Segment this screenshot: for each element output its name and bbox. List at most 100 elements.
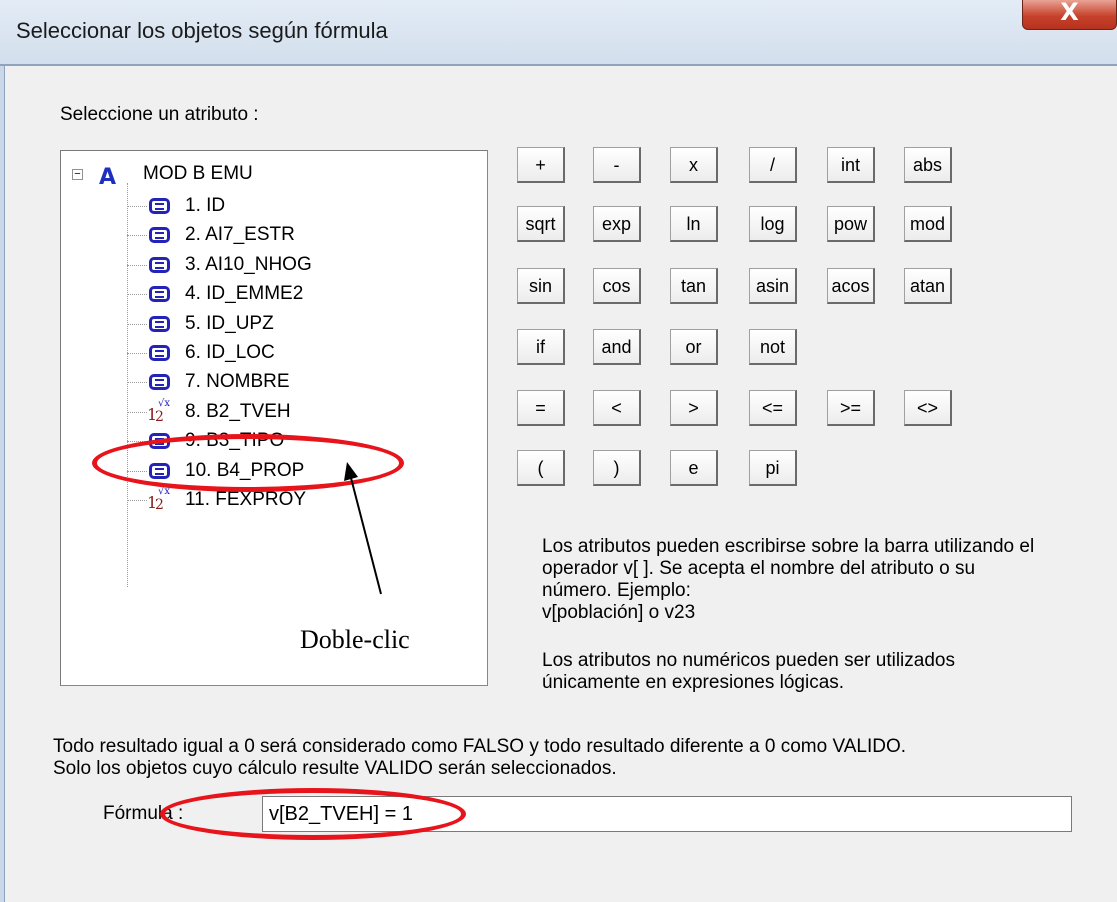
tree-connector (127, 411, 147, 413)
info-line: Los atributos no numéricos pueden ser ut… (542, 650, 955, 671)
operator-button[interactable]: mod (904, 206, 952, 242)
window-title: Seleccionar los objetos según fórmula (16, 18, 388, 43)
info-line: v[población] o v23 (542, 602, 696, 623)
operator-button[interactable]: - (593, 147, 641, 183)
note-line: Todo resultado igual a 0 será considerad… (53, 736, 907, 757)
operator-button[interactable]: if (517, 329, 565, 365)
note-text: Todo resultado igual a 0 será considerad… (53, 736, 906, 780)
numeric-attribute-icon: 1 2 √x (145, 486, 171, 513)
numeric-attribute-icon: 1 2 √x (145, 397, 171, 425)
tree-item[interactable]: 3. AI10_NHOG (61, 250, 481, 280)
layer-icon: A (99, 165, 117, 190)
operator-button[interactable]: ln (670, 206, 718, 242)
info-line: únicamente en expresiones lógicas. (542, 672, 845, 693)
operator-button[interactable]: ( (517, 450, 565, 486)
operator-button[interactable]: x (670, 147, 718, 183)
info-line: operador v[ ]. Se acepta el nombre del a… (542, 558, 976, 579)
operator-button[interactable]: and (593, 329, 641, 365)
operator-button[interactable]: > (670, 390, 718, 426)
numeric-icon-glyph: √x (158, 486, 171, 497)
tree-item[interactable]: 5. ID_UPZ (61, 309, 481, 339)
tree-item[interactable]: 7. NOMBRE (61, 367, 481, 397)
operator-button[interactable]: int (827, 147, 875, 183)
list-attribute-icon (149, 256, 170, 273)
tree-connector (127, 294, 147, 296)
tree-connector (127, 382, 147, 384)
operator-button[interactable]: <> (904, 390, 952, 426)
operator-button[interactable]: or (670, 329, 718, 365)
tree-item[interactable]: 1 2 √x 8. B2_TVEH (61, 397, 481, 427)
operator-button[interactable]: not (749, 329, 797, 365)
operator-button[interactable]: e (670, 450, 718, 486)
tree-item[interactable]: 1 2 √x 11. FEXPROY (61, 485, 481, 515)
operator-button[interactable]: pow (827, 206, 875, 242)
tree-item-label: 7. NOMBRE (185, 371, 290, 393)
tree-connector (127, 323, 147, 325)
operator-button[interactable]: pi (749, 450, 797, 486)
tree-item[interactable]: 9. B3_TIPO (61, 426, 481, 456)
operator-button[interactable]: / (749, 147, 797, 183)
list-attribute-icon (149, 315, 170, 332)
tree-item-label: 4. ID_EMME2 (185, 283, 304, 305)
list-attribute-icon (149, 286, 170, 303)
tree-item-label: 3. AI10_NHOG (185, 253, 312, 275)
list-attribute-icon (149, 345, 170, 361)
operator-button[interactable]: sqrt (517, 206, 565, 242)
tree-connector (127, 264, 147, 266)
tree-item-label: 11. FEXPROY (185, 489, 307, 510)
operator-button[interactable]: < (593, 390, 641, 426)
numeric-icon-glyph: 2 (155, 497, 164, 513)
tree-root-label: MOD B EMU (143, 163, 253, 184)
formula-input[interactable] (262, 796, 1072, 832)
tree-item[interactable]: 6. ID_LOC (61, 338, 481, 368)
tree-item-label: 2. AI7_ESTR (185, 224, 295, 246)
tree-item-label: 5. ID_UPZ (185, 312, 274, 334)
tree-item[interactable]: 10. B4_PROP (61, 456, 481, 486)
operator-button[interactable]: >= (827, 390, 875, 426)
numeric-icon-glyph: 2 (155, 408, 164, 425)
operator-button[interactable]: abs (904, 147, 952, 183)
tree-connector (127, 206, 147, 207)
operator-button[interactable]: log (749, 206, 797, 242)
operator-button[interactable]: cos (593, 268, 641, 304)
frame-left-edge (0, 66, 5, 902)
annotation-label: Doble-clic (300, 625, 410, 654)
operator-button[interactable]: sin (517, 268, 565, 304)
list-attribute-icon (149, 433, 170, 450)
list-attribute-icon (149, 374, 170, 391)
note-line: Solo los objetos cuyo cálculo resulte VA… (53, 758, 617, 779)
close-button[interactable]: X (1022, 0, 1117, 30)
tree-connector (127, 353, 147, 354)
tree-item-label: 8. B2_TVEH (185, 400, 291, 422)
formula-label: Fórmula : (103, 803, 184, 824)
operator-button[interactable]: = (517, 390, 565, 426)
operator-button[interactable]: exp (593, 206, 641, 242)
tree-item[interactable]: 1. ID (61, 191, 481, 221)
list-attribute-icon (149, 462, 170, 479)
attribute-tree[interactable]: − A MOD B EMU 1. ID 2. AI7_ESTR 3. AI10_NH… (60, 150, 488, 686)
operator-button[interactable]: tan (670, 268, 718, 304)
info-text-2: Los atributos no numéricos pueden ser ut… (542, 650, 955, 694)
operator-button[interactable]: asin (749, 268, 797, 304)
tree-item-label: 6. ID_LOC (185, 342, 275, 363)
info-line: número. Ejemplo: (542, 580, 691, 601)
collapse-icon[interactable]: − (72, 169, 83, 180)
tree-connector (127, 235, 147, 237)
tree-connector (127, 441, 147, 443)
operator-button[interactable]: acos (827, 268, 875, 304)
info-line: Los atributos pueden escribirse sobre la… (542, 536, 1035, 557)
operator-button[interactable]: + (517, 147, 565, 183)
tree-item-label: 1. ID (185, 195, 226, 216)
tree-item[interactable]: 2. AI7_ESTR (61, 220, 481, 250)
tree-root[interactable]: − A MOD B EMU (61, 155, 481, 190)
tree-connector (127, 470, 147, 472)
title-bar: Seleccionar los objetos según fórmula (0, 0, 1117, 66)
numeric-icon-glyph: √x (158, 397, 171, 409)
tree-item[interactable]: 4. ID_EMME2 (61, 279, 481, 309)
operator-button[interactable]: atan (904, 268, 952, 304)
tree-item-label: 9. B3_TIPO (185, 430, 285, 452)
tree-item-label: 10. B4_PROP (185, 459, 305, 481)
list-attribute-icon (149, 198, 170, 214)
operator-button[interactable]: ) (593, 450, 641, 486)
operator-button[interactable]: <= (749, 390, 797, 426)
